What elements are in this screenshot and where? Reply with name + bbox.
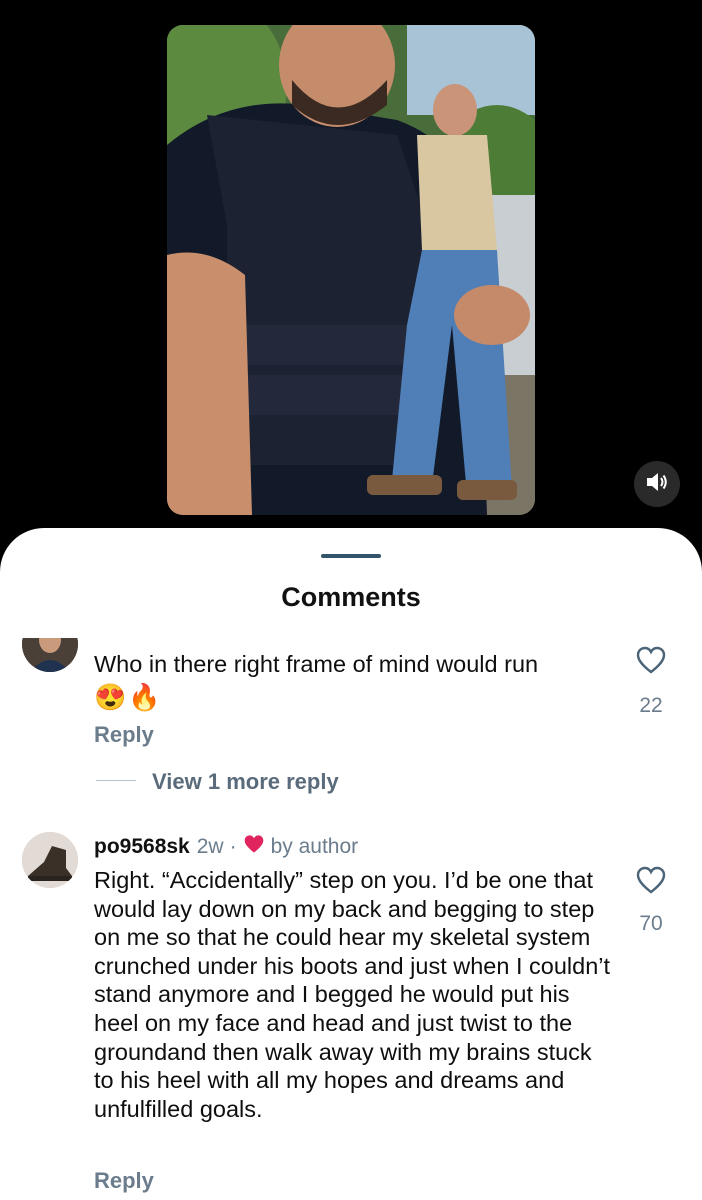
meta-separator: · <box>229 835 237 858</box>
reply-button[interactable]: Reply <box>94 1168 154 1194</box>
sheet-title: Comments <box>281 582 421 612</box>
video-thumbnail[interactable] <box>167 25 535 515</box>
comments-list[interactable]: Who in there right frame of mind would r… <box>0 638 702 1200</box>
view-more-replies-button[interactable]: View 1 more reply <box>152 769 339 795</box>
speaker-on-icon <box>645 471 669 498</box>
comment-text: Right. “Accidentally” step on you. I’d b… <box>94 867 611 1122</box>
comment-timestamp: 2w <box>196 835 224 858</box>
like-button[interactable] <box>636 866 666 894</box>
mute-button[interactable] <box>634 461 680 507</box>
heart-outline-icon <box>636 646 666 674</box>
sheet-grabber[interactable] <box>321 554 381 558</box>
avatar[interactable] <box>22 638 78 672</box>
heart-outline-icon <box>636 866 666 894</box>
heart-filled-icon <box>243 834 265 860</box>
avatar[interactable] <box>22 832 78 888</box>
reply-button[interactable]: Reply <box>94 722 154 748</box>
comment-emojis: 😍🔥 <box>94 682 163 712</box>
like-button[interactable] <box>636 646 666 674</box>
like-count: 70 <box>639 912 663 935</box>
comment-meta: po9568sk 2w · by author <box>94 834 358 860</box>
like-count: 22 <box>639 694 663 717</box>
comment-text: Who in there right frame of mind would r… <box>94 651 539 677</box>
video-image <box>167 25 535 515</box>
video-player[interactable] <box>0 0 702 560</box>
comments-sheet: Comments Who in there right frame of min… <box>0 528 702 1200</box>
comment-username[interactable]: po9568sk <box>94 835 190 859</box>
liked-by-author-label: by author <box>270 835 359 858</box>
divider <box>96 780 136 781</box>
